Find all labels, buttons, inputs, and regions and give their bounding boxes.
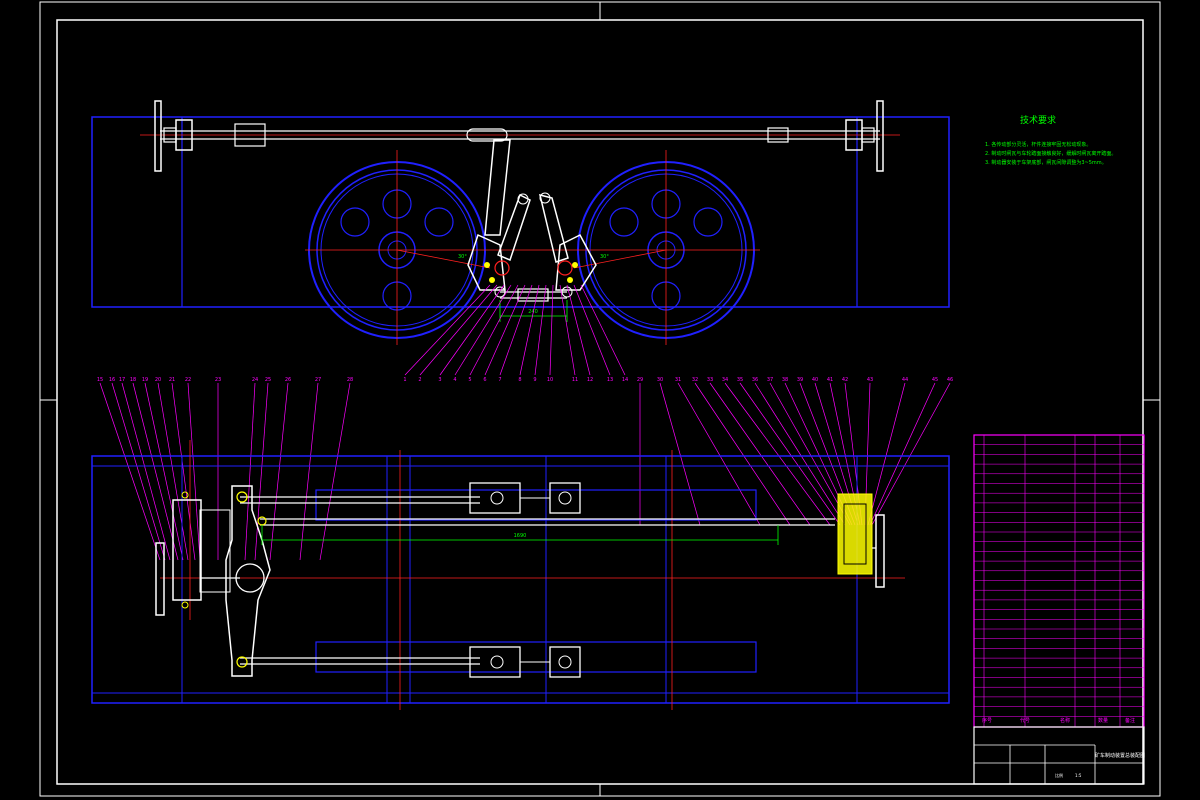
- balloon-number: 15: [97, 377, 103, 383]
- leader-line: [694, 382, 791, 526]
- balloon-number: 32: [692, 377, 698, 383]
- title-block-scale-value: 1:5: [1075, 773, 1082, 778]
- balloon-number: 22: [185, 377, 191, 383]
- balloon-number: 18: [130, 377, 136, 383]
- balloon-number: 25: [265, 377, 271, 383]
- tech-note-2: 2. 制动时闸瓦与车轮踏面接触良好，缓解时闸瓦离开踏面。: [985, 151, 1117, 157]
- brake-lever-left: [467, 139, 531, 298]
- balloon-number: 27: [315, 377, 321, 383]
- balloon-number: 37: [767, 377, 773, 383]
- balloon-number: 7: [498, 377, 501, 383]
- balloon-number: 31: [675, 377, 681, 383]
- balloon-number: 35: [737, 377, 743, 383]
- balloon-number: 36: [752, 377, 758, 383]
- balloon-number: 45: [932, 377, 938, 383]
- balloon-number: 43: [867, 377, 873, 383]
- leader-line: [566, 284, 591, 376]
- tech-note-1: 1. 各传动部分灵活，杆件连接牢固无松动现象。: [985, 142, 1092, 148]
- bom-table: [973, 434, 1145, 728]
- balloon-number: 17: [119, 377, 125, 383]
- brake-assembly-upper: [469, 482, 581, 514]
- bom-footer-no: 序号: [982, 717, 992, 724]
- bom-footer-code: 代号: [1020, 717, 1030, 724]
- plan-push-rods: [200, 496, 835, 665]
- plan-gearbox-right: [837, 493, 885, 588]
- balloon-number: 39: [797, 377, 803, 383]
- balloon-number: 41: [827, 377, 833, 383]
- leader-line: [299, 382, 319, 561]
- balloon-number: 2: [418, 377, 421, 383]
- balloon-number: 33: [707, 377, 713, 383]
- leader-line: [439, 284, 505, 376]
- tech-requirements-notes: 1. 各传动部分灵活，杆件连接牢固无松动现象。 2. 制动时闸瓦与车轮踏面接触良…: [985, 141, 1116, 168]
- leader-line: [111, 382, 166, 561]
- leader-line: [269, 382, 289, 561]
- balloon-number: 23: [215, 377, 221, 383]
- handwheel-left: [154, 100, 193, 172]
- balloon-number: 6: [483, 377, 486, 383]
- balloon-number: 19: [142, 377, 148, 383]
- plan-handwheel-left: [155, 491, 231, 616]
- leader-line: [454, 284, 512, 376]
- leader-line: [677, 382, 761, 526]
- balloon-number: 4: [453, 377, 456, 383]
- dim-angle-left: 30°: [458, 254, 467, 260]
- balloon-number: 21: [169, 377, 175, 383]
- title-block-scale-label: 比例: [1055, 772, 1063, 778]
- balloon-number: 1: [403, 377, 406, 383]
- balloon-number: 5: [468, 377, 471, 383]
- angle-line-right-a: [573, 249, 667, 269]
- frame-outline-top: [91, 116, 950, 308]
- balloon-number: 24: [252, 377, 258, 383]
- dim-angle-right: 30°: [600, 254, 609, 260]
- plan-view: 1690: [91, 440, 950, 710]
- balloon-number: 28: [347, 377, 353, 383]
- leader-line: [871, 382, 951, 526]
- leader-line: [739, 382, 841, 526]
- balloon-number: 16: [109, 377, 115, 383]
- tech-note-3: 3. 制动器安装于车架底部，闸瓦间隙调整为3~5mm。: [985, 160, 1107, 166]
- balloon-number: 14: [622, 377, 628, 383]
- balloon-number: 10: [547, 377, 553, 383]
- leader-line: [754, 382, 846, 526]
- balloon-number: 46: [947, 377, 953, 383]
- bom-footer-name: 名称: [1060, 717, 1070, 724]
- leader-line: [244, 382, 256, 561]
- leader-line: [724, 382, 831, 526]
- balloon-number: 40: [812, 377, 818, 383]
- handwheel-right: [845, 100, 884, 172]
- leader-line: [867, 382, 906, 526]
- balloon-number: 29: [637, 377, 643, 383]
- leader-line: [254, 382, 269, 561]
- rail-lower: [315, 641, 757, 673]
- leader-line: [132, 382, 179, 561]
- balloon-number: 44: [902, 377, 908, 383]
- balloon-number: 13: [607, 377, 613, 383]
- leader-line: [869, 382, 936, 526]
- leader-line: [559, 284, 576, 376]
- balance-lever: [225, 485, 271, 677]
- bom-footer-qty: 数量: [1098, 717, 1108, 724]
- balloon-number: 8: [518, 377, 521, 383]
- balloon-number: 12: [587, 377, 593, 383]
- balloon-number: 34: [722, 377, 728, 383]
- bom-footer-note: 备注: [1125, 717, 1135, 724]
- balloon-number: 20: [155, 377, 161, 383]
- balloon-number: 9: [533, 377, 536, 383]
- dim-rod-span-label: 1690: [514, 533, 527, 539]
- balloon-number: 30: [657, 377, 663, 383]
- title-block-drawing-name: 矿车制动装置总装配图: [1095, 752, 1145, 759]
- balloon-number: 42: [842, 377, 848, 383]
- rail-upper: [315, 489, 757, 521]
- elevation-view: 240 30° 30°: [91, 100, 950, 345]
- balloon-number: 11: [572, 377, 578, 383]
- outer-border: [39, 1, 1161, 797]
- balloon-number: 26: [285, 377, 291, 383]
- tech-requirements-title: 技术要求: [1020, 116, 1057, 126]
- balloon-number: 3: [438, 377, 441, 383]
- leader-line: [319, 382, 351, 561]
- balloon-number: 38: [782, 377, 788, 383]
